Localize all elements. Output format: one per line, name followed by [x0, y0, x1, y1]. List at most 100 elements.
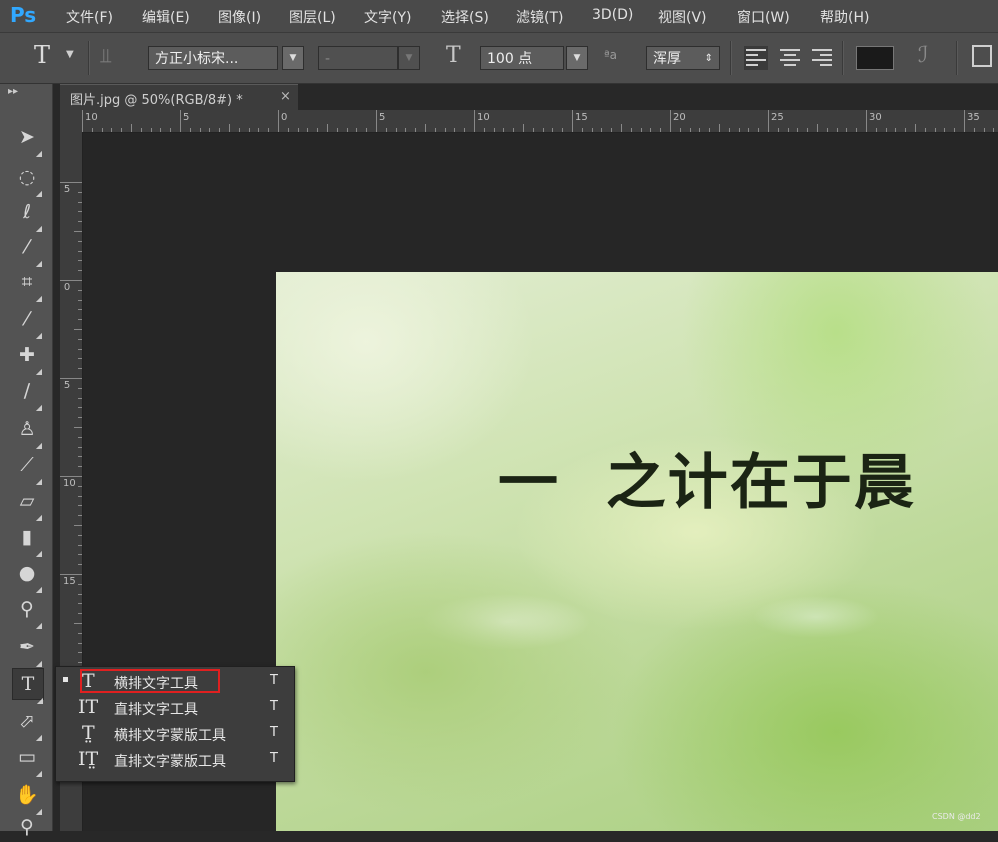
canvas-text-layer[interactable]: 一 之计在于晨	[498, 434, 916, 521]
ruler-tick	[78, 603, 82, 605]
vertical-type-icon: IT	[78, 696, 99, 718]
ruler-tick	[376, 110, 377, 132]
toggle-text-orientation-icon[interactable]: ⫫	[100, 43, 111, 67]
ruler-tick	[78, 240, 82, 242]
antialias-value: 浑厚	[653, 51, 681, 67]
document-tab[interactable]: 图片.jpg @ 50%(RGB/8#) * ×	[60, 84, 298, 111]
ruler-label: 5	[183, 112, 190, 123]
flyout-item-vertical-type-mask[interactable]: IT̤ 直排文字蒙版工具 T	[56, 747, 294, 773]
ruler-tick	[650, 128, 652, 132]
clone-stamp-tool-icon[interactable]: ♙ ◢	[12, 414, 42, 450]
eyedropper-tool-icon[interactable]: ⁄ ◢	[12, 304, 42, 340]
ruler-tick	[78, 583, 82, 585]
dodge-tool-icon[interactable]: ⚲ ◢	[12, 594, 42, 630]
rectangle-tool-icon[interactable]: ▭ ◢	[12, 742, 42, 778]
tool-preset-dropdown-icon[interactable]: ▼	[66, 49, 74, 60]
type-tool-icon[interactable]: T ◢	[12, 668, 44, 705]
menu-view[interactable]: 视图(V)	[658, 7, 707, 27]
flyout-item-horizontal-type[interactable]: T 横排文字工具 T	[56, 669, 294, 695]
ruler-tick	[689, 128, 691, 132]
ruler-tick	[719, 124, 720, 132]
menu-help[interactable]: 帮助(H)	[820, 7, 869, 27]
elliptical-marquee-tool-icon[interactable]: ◌ ◢	[12, 162, 42, 198]
ruler-tick	[74, 329, 82, 330]
ruler-tick	[78, 652, 82, 654]
gradient-tool-icon[interactable]: ▮ ◢	[12, 522, 42, 558]
quick-selection-tool-icon[interactable]: ⁄ ◢	[12, 232, 42, 268]
font-family-dropdown-button[interactable]: ▼	[282, 46, 304, 70]
close-tab-icon[interactable]: ×	[280, 89, 291, 104]
ruler-tick	[395, 128, 397, 132]
brush-tool-icon[interactable]: ∕ ◢	[12, 376, 42, 412]
ruler-tick	[670, 110, 671, 132]
font-size-input[interactable]: 100 点	[480, 46, 564, 70]
document-image[interactable]: 一 之计在于晨	[276, 272, 998, 831]
lasso-tool-icon[interactable]: ℓ ◢	[12, 197, 42, 233]
ruler-tick	[483, 128, 485, 132]
font-size-icon: T	[446, 43, 461, 68]
crop-tool-icon[interactable]: ⌗ ◢	[12, 267, 42, 303]
hand-tool-icon[interactable]: ✋ ◢	[12, 780, 42, 816]
ruler-tick	[78, 397, 82, 399]
collapse-panel-icon[interactable]: ▸▸	[8, 86, 18, 97]
align-center-button[interactable]	[778, 46, 802, 70]
pen-tool-icon[interactable]: ✒ ◢	[12, 632, 42, 668]
menu-window[interactable]: 窗口(W)	[737, 7, 790, 27]
align-left-button[interactable]	[744, 46, 768, 70]
ruler-tick	[954, 128, 956, 132]
ruler-tick	[513, 128, 515, 132]
text-color-swatch[interactable]	[856, 46, 894, 70]
ruler-tick	[523, 124, 524, 132]
font-size-dropdown-button[interactable]: ▼	[566, 46, 588, 70]
menu-image[interactable]: 图像(I)	[218, 7, 261, 27]
blur-tool-icon[interactable]: ● ◢	[12, 558, 42, 594]
font-style-select[interactable]: -	[318, 46, 398, 70]
zoom-tool-icon[interactable]: ⚲	[12, 812, 42, 842]
font-family-select[interactable]: 方正小标宋...	[148, 46, 278, 70]
ruler-tick	[562, 128, 564, 132]
ruler-tick	[591, 128, 593, 132]
menu-layer[interactable]: 图层(L)	[289, 7, 336, 27]
ruler-tick	[78, 260, 82, 262]
ruler-tick	[78, 299, 82, 301]
horizontal-ruler[interactable]: 10 5 0 5 10 15 20 25 30 35	[60, 110, 998, 133]
ruler-tick	[78, 515, 82, 517]
warp-text-icon[interactable]: ℐ	[918, 43, 928, 68]
ruler-tick	[74, 525, 82, 526]
menu-3d[interactable]: 3D(D)	[592, 7, 633, 23]
ruler-tick	[777, 128, 779, 132]
ruler-tick	[60, 574, 82, 575]
menu-filter[interactable]: 滤镜(T)	[516, 7, 563, 27]
path-selection-tool-icon[interactable]: ⬀ ◢	[12, 706, 42, 742]
ruler-tick	[875, 128, 877, 132]
character-panel-icon[interactable]	[972, 45, 992, 67]
antialias-select[interactable]: 浑厚 ⇕	[646, 46, 720, 70]
ruler-tick	[219, 128, 221, 132]
flyout-item-label: 直排文字蒙版工具	[114, 754, 226, 770]
font-style-dropdown-button[interactable]: ▼	[398, 46, 420, 70]
ruler-tick	[611, 128, 613, 132]
menu-select[interactable]: 选择(S)	[441, 7, 489, 27]
type-tool-preset-icon[interactable]: T	[34, 41, 50, 69]
ruler-tick	[807, 128, 809, 132]
flyout-item-vertical-type[interactable]: IT 直排文字工具 T	[56, 695, 294, 721]
align-right-button[interactable]	[810, 46, 834, 70]
menu-edit[interactable]: 编辑(E)	[142, 7, 190, 27]
ruler-tick	[82, 110, 83, 132]
history-brush-tool-icon[interactable]: ⟋ ◢	[12, 450, 42, 486]
ruler-tick	[366, 128, 368, 132]
ruler-tick	[78, 436, 82, 438]
move-tool-icon[interactable]: ➤ ◢	[12, 122, 42, 158]
flyout-item-horizontal-type-mask[interactable]: T̤ 横排文字蒙版工具 T	[56, 721, 294, 747]
ruler-label: 30	[869, 112, 882, 123]
ruler-tick	[572, 110, 573, 132]
menu-type[interactable]: 文字(Y)	[364, 7, 411, 27]
eraser-tool-icon[interactable]: ▱ ◢	[12, 486, 42, 522]
watermark-text: CSDN @dd2	[932, 812, 981, 821]
ruler-tick	[78, 456, 82, 458]
menu-file[interactable]: 文件(F)	[66, 7, 113, 27]
ruler-tick	[278, 110, 279, 132]
ruler-label: 10	[85, 112, 98, 123]
spot-healing-brush-icon[interactable]: ✚ ◢	[12, 340, 42, 376]
ruler-tick	[866, 110, 867, 132]
